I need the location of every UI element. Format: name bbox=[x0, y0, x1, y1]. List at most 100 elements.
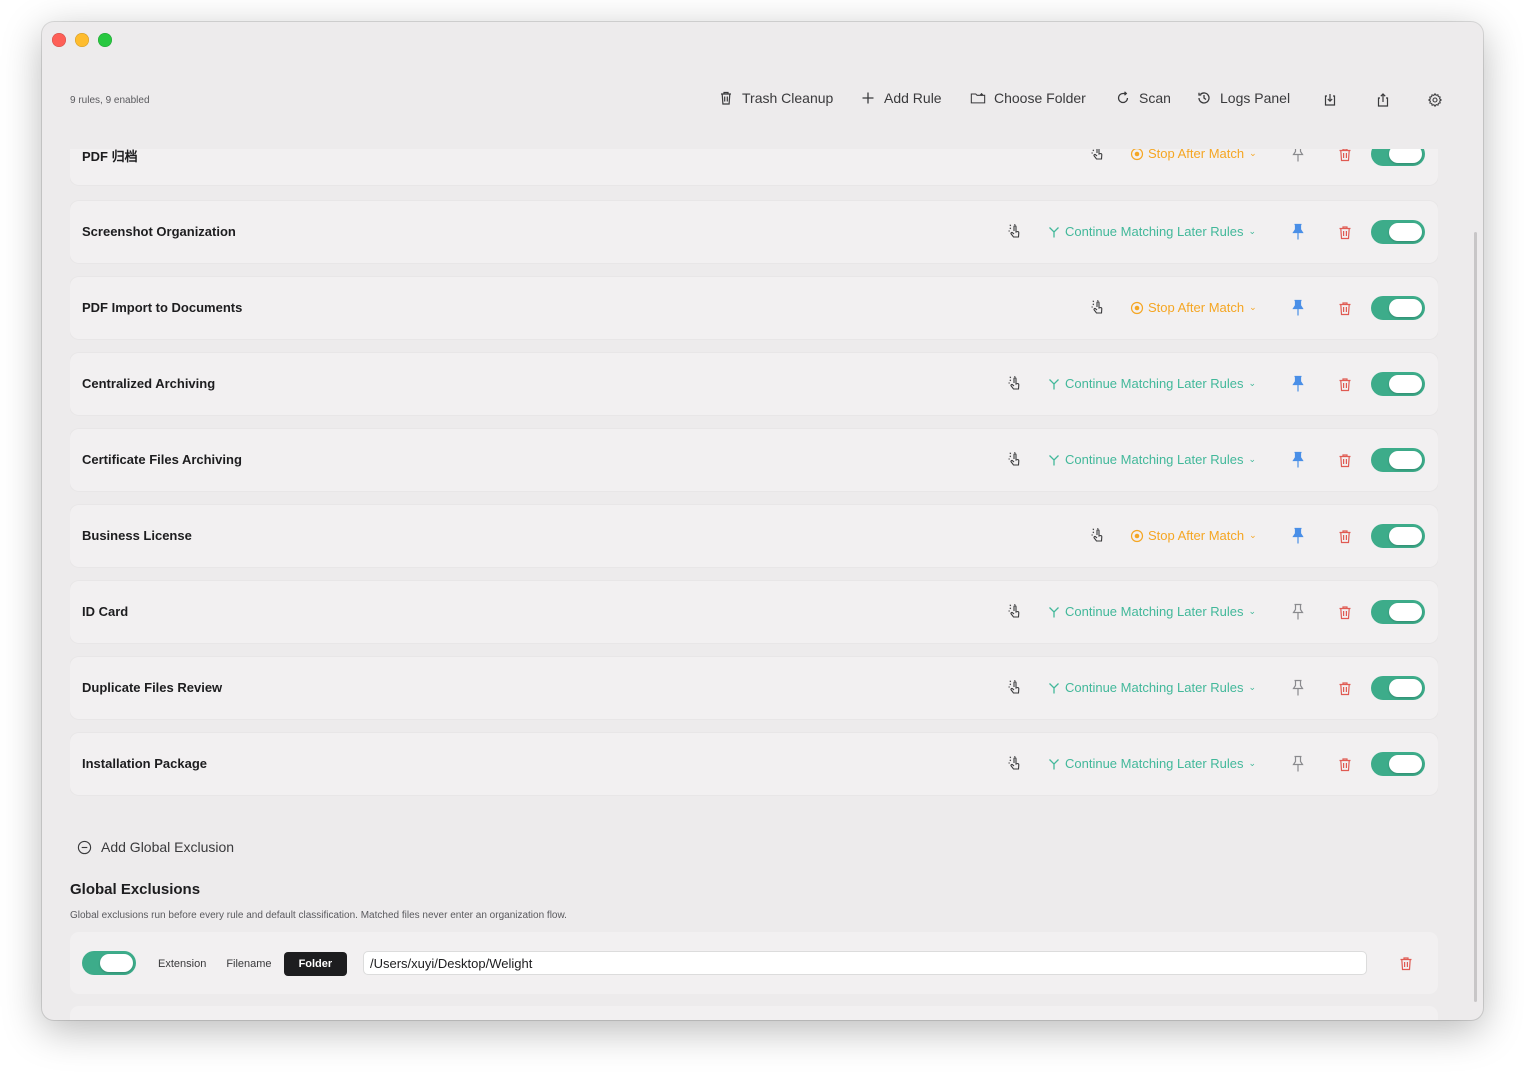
chevron-down-icon: ⌄ bbox=[1248, 682, 1257, 692]
type-option-filename[interactable]: Filename bbox=[218, 953, 279, 975]
delete-rule-icon[interactable] bbox=[1338, 757, 1352, 772]
tap-gesture-icon[interactable] bbox=[1005, 603, 1023, 621]
continue-matching-dropdown[interactable]: Continue Matching Later Rules ⌄ bbox=[1047, 224, 1256, 239]
branch-icon bbox=[1049, 226, 1059, 237]
pin-icon[interactable] bbox=[1290, 299, 1306, 317]
stop-after-match-dropdown[interactable]: Stop After Match ⌄ bbox=[1130, 149, 1257, 161]
exclusion-path-input[interactable] bbox=[363, 951, 1367, 975]
pin-icon[interactable] bbox=[1290, 679, 1306, 697]
chevron-down-icon: ⌄ bbox=[1248, 606, 1257, 616]
rule-row[interactable]: ID Card Continue Matching Later Rules ⌄ bbox=[70, 581, 1438, 643]
stop-circle-icon bbox=[1130, 301, 1144, 314]
tap-gesture-icon[interactable] bbox=[1005, 223, 1023, 241]
rule-title: Business License bbox=[82, 528, 192, 543]
delete-rule-icon[interactable] bbox=[1338, 301, 1352, 316]
zoom-button[interactable] bbox=[98, 33, 112, 47]
rule-row[interactable]: Centralized Archiving Continue Matching … bbox=[70, 353, 1438, 415]
add-global-exclusion-button[interactable]: Add Global Exclusion bbox=[77, 839, 234, 855]
rule-enable-toggle[interactable] bbox=[1371, 372, 1425, 396]
rule-enable-toggle[interactable] bbox=[1371, 600, 1425, 624]
rule-enable-toggle[interactable] bbox=[1371, 448, 1425, 472]
continue-matching-dropdown[interactable]: Continue Matching Later Rules ⌄ bbox=[1047, 680, 1256, 695]
stop-after-match-dropdown[interactable]: Stop After Match ⌄ bbox=[1130, 300, 1257, 315]
trash-cleanup-button[interactable]: Trash Cleanup bbox=[718, 90, 833, 106]
rule-row[interactable]: PDF Import to Documents Stop After Match… bbox=[70, 277, 1438, 339]
close-button[interactable] bbox=[52, 33, 66, 47]
add-rule-label: Add Rule bbox=[884, 90, 942, 106]
stop-circle-icon bbox=[1130, 149, 1144, 160]
rule-enable-toggle[interactable] bbox=[1371, 220, 1425, 244]
trash-icon bbox=[721, 91, 731, 105]
exclusion-row[interactable]: ExtensionFilenameFolder bbox=[70, 1006, 1438, 1020]
pin-icon[interactable] bbox=[1290, 223, 1306, 241]
tap-gesture-icon[interactable] bbox=[1005, 755, 1023, 773]
plus-icon bbox=[862, 92, 874, 104]
import-icon[interactable] bbox=[1322, 92, 1338, 108]
delete-rule-icon[interactable] bbox=[1338, 453, 1352, 468]
rule-row[interactable]: Screenshot Organization Continue Matchin… bbox=[70, 201, 1438, 263]
delete-rule-icon[interactable] bbox=[1338, 149, 1352, 162]
toggle-knob bbox=[1389, 603, 1422, 621]
exclusion-row[interactable]: ExtensionFilenameFolder bbox=[70, 932, 1438, 994]
type-option-folder[interactable]: Folder bbox=[283, 952, 348, 976]
delete-exclusion-icon[interactable] bbox=[1399, 956, 1413, 971]
rule-enable-toggle[interactable] bbox=[1371, 524, 1425, 548]
stop-after-match-dropdown[interactable]: Stop After Match ⌄ bbox=[1130, 528, 1257, 543]
continue-matching-dropdown[interactable]: Continue Matching Later Rules ⌄ bbox=[1047, 452, 1256, 467]
chevron-down-icon: ⌄ bbox=[1248, 378, 1257, 388]
continue-matching-dropdown[interactable]: Continue Matching Later Rules ⌄ bbox=[1047, 376, 1256, 391]
delete-rule-icon[interactable] bbox=[1338, 681, 1352, 696]
choose-folder-label: Choose Folder bbox=[994, 90, 1086, 106]
tap-gesture-icon[interactable] bbox=[1088, 527, 1106, 545]
delete-rule-icon[interactable] bbox=[1338, 377, 1352, 392]
rule-title: Installation Package bbox=[82, 756, 207, 771]
tap-gesture-icon[interactable] bbox=[1005, 451, 1023, 469]
rule-title: PDF 归档 bbox=[82, 149, 138, 164]
rule-row[interactable]: PDF 归档 Stop After Match ⌄ bbox=[70, 149, 1438, 185]
chevron-down-icon: ⌄ bbox=[1249, 302, 1257, 312]
rule-enable-toggle[interactable] bbox=[1371, 296, 1425, 320]
scrollbar[interactable] bbox=[1474, 232, 1477, 1002]
chevron-down-icon: ⌄ bbox=[1248, 226, 1257, 236]
pin-icon[interactable] bbox=[1290, 451, 1306, 469]
rule-row[interactable]: Installation Package Continue Matching L… bbox=[70, 733, 1438, 795]
add-rule-button[interactable]: Add Rule bbox=[860, 90, 942, 106]
rule-enable-toggle[interactable] bbox=[1371, 149, 1425, 166]
pin-icon[interactable] bbox=[1290, 375, 1306, 393]
gear-icon[interactable] bbox=[1427, 92, 1443, 108]
rules-scroll-area[interactable]: PDF 归档 Stop After Match ⌄ Screenshot Org… bbox=[70, 149, 1438, 1020]
tap-gesture-icon[interactable] bbox=[1005, 375, 1023, 393]
rule-title: Screenshot Organization bbox=[82, 224, 236, 239]
minimize-button[interactable] bbox=[75, 33, 89, 47]
rule-row[interactable]: Business License Stop After Match ⌄ bbox=[70, 505, 1438, 567]
rule-enable-toggle[interactable] bbox=[1371, 752, 1425, 776]
export-icon[interactable] bbox=[1375, 92, 1391, 108]
continue-matching-dropdown[interactable]: Continue Matching Later Rules ⌄ bbox=[1047, 604, 1256, 619]
rule-row[interactable]: Certificate Files Archiving Continue Mat… bbox=[70, 429, 1438, 491]
toggle-knob bbox=[1389, 451, 1422, 469]
rule-enable-toggle[interactable] bbox=[1371, 676, 1425, 700]
delete-rule-icon[interactable] bbox=[1338, 529, 1352, 544]
tap-gesture-icon[interactable] bbox=[1088, 149, 1106, 163]
pin-icon[interactable] bbox=[1290, 603, 1306, 621]
toggle-knob bbox=[1389, 375, 1422, 393]
pin-icon[interactable] bbox=[1290, 755, 1306, 773]
logs-panel-button[interactable]: Logs Panel bbox=[1196, 90, 1290, 106]
type-option-extension[interactable]: Extension bbox=[150, 953, 214, 975]
chevron-down-icon: ⌄ bbox=[1249, 530, 1257, 540]
tap-gesture-icon[interactable] bbox=[1088, 299, 1106, 317]
match-mode-label: Continue Matching Later Rules bbox=[1065, 756, 1244, 771]
exclusion-enable-toggle[interactable] bbox=[82, 951, 136, 975]
delete-rule-icon[interactable] bbox=[1338, 605, 1352, 620]
continue-matching-dropdown[interactable]: Continue Matching Later Rules ⌄ bbox=[1047, 756, 1256, 771]
choose-folder-button[interactable]: Choose Folder bbox=[970, 90, 1086, 106]
branch-icon bbox=[1049, 454, 1059, 465]
scan-button[interactable]: Scan bbox=[1115, 90, 1171, 106]
pin-icon[interactable] bbox=[1290, 527, 1306, 545]
pin-icon[interactable] bbox=[1290, 149, 1306, 163]
rule-count-label: 9 rules, 9 enabled bbox=[70, 95, 150, 106]
tap-gesture-icon[interactable] bbox=[1005, 679, 1023, 697]
match-mode-label: Stop After Match bbox=[1148, 149, 1245, 161]
delete-rule-icon[interactable] bbox=[1338, 225, 1352, 240]
rule-row[interactable]: Duplicate Files Review Continue Matching… bbox=[70, 657, 1438, 719]
